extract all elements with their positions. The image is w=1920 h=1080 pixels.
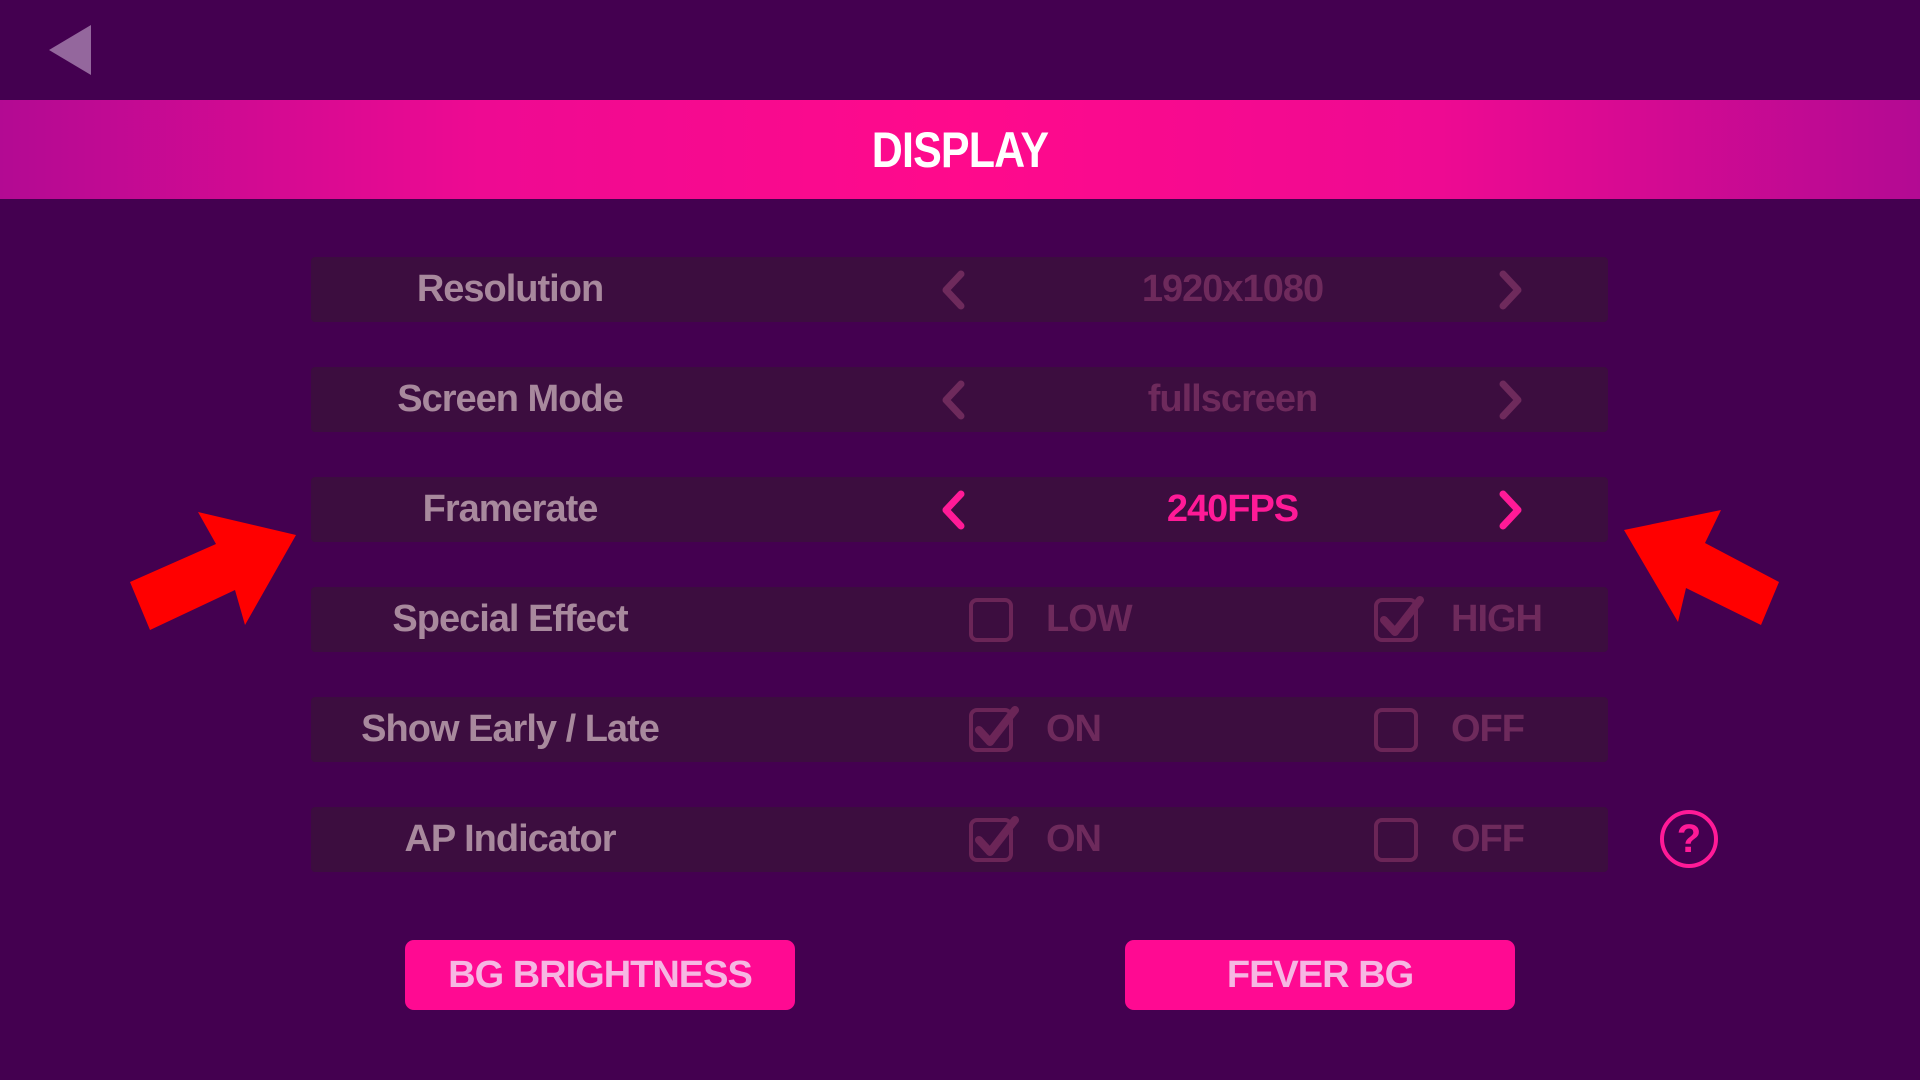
setting-row-resolution: Resolution 1920x1080 [311, 257, 1608, 322]
option-label: OFF [1451, 818, 1525, 860]
screen-mode-next-button[interactable] [1494, 380, 1528, 420]
ap-indicator-on-option[interactable]: ON [969, 807, 1102, 872]
setting-label: Resolution [416, 268, 604, 310]
setting-label: AP Indicator [404, 818, 616, 860]
chevron-right-icon [1499, 490, 1522, 530]
option-label: OFF [1451, 708, 1525, 750]
checkbox-checked[interactable] [969, 815, 1019, 862]
back-triangle-icon [49, 25, 91, 75]
checkmark-icon [975, 815, 1019, 856]
checkbox-checked[interactable] [1374, 595, 1424, 642]
chevron-left-icon [942, 270, 965, 310]
checkmark-icon [975, 705, 1019, 746]
special-effect-high-option[interactable]: HIGH [1374, 587, 1543, 652]
resolution-prev-button[interactable] [936, 270, 970, 310]
resolution-next-button[interactable] [1494, 270, 1528, 310]
annotation-arrow-icon [1624, 510, 1779, 625]
screen-mode-prev-button[interactable] [936, 380, 970, 420]
setting-row-screen-mode: Screen Mode fullscreen [311, 367, 1608, 432]
show-early-late-off-option[interactable]: OFF [1374, 697, 1525, 762]
chevron-left-icon [942, 490, 965, 530]
question-icon: ? [1676, 817, 1702, 861]
screen-mode-value: fullscreen [1147, 378, 1319, 420]
checkbox-unchecked[interactable] [1374, 707, 1418, 752]
help-button[interactable]: ? [1660, 810, 1718, 868]
framerate-prev-button[interactable] [936, 490, 970, 530]
chevron-right-icon [1499, 380, 1522, 420]
setting-row-special-effect: Special Effect LOW HIGH [311, 587, 1608, 652]
checkbox-unchecked[interactable] [1374, 817, 1418, 862]
show-early-late-on-option[interactable]: ON [969, 697, 1102, 762]
option-label: ON [1046, 708, 1102, 750]
back-button[interactable] [45, 22, 95, 78]
setting-label: Screen Mode [397, 378, 624, 420]
page-title: DISPLAY [871, 121, 1049, 178]
option-label: LOW [1046, 598, 1133, 640]
setting-label: Framerate [422, 488, 599, 530]
button-label: FEVER BG [1226, 953, 1414, 996]
checkbox-checked[interactable] [969, 705, 1019, 752]
chevron-left-icon [942, 380, 965, 420]
framerate-next-button[interactable] [1494, 490, 1528, 530]
annotation-arrow-icon [130, 512, 296, 630]
setting-row-ap-indicator: AP Indicator ON OFF [311, 807, 1608, 872]
setting-row-framerate: Framerate 240FPS [311, 477, 1608, 542]
fever-bg-button[interactable]: FEVER BG [1125, 940, 1515, 1010]
chevron-right-icon [1499, 270, 1522, 310]
option-label: HIGH [1451, 598, 1543, 640]
setting-row-show-early-late: Show Early / Late ON OFF [311, 697, 1608, 762]
header-bar: DISPLAY [0, 100, 1920, 199]
ap-indicator-off-option[interactable]: OFF [1374, 807, 1525, 872]
special-effect-low-option[interactable]: LOW [969, 587, 1133, 652]
checkbox-unchecked[interactable] [969, 597, 1013, 642]
option-label: ON [1046, 818, 1102, 860]
resolution-value: 1920x1080 [1141, 268, 1324, 310]
button-label: BG BRIGHTNESS [448, 953, 753, 996]
setting-label: Show Early / Late [361, 708, 660, 750]
framerate-value: 240FPS [1166, 488, 1299, 530]
checkmark-icon [1380, 595, 1424, 636]
setting-label: Special Effect [392, 598, 628, 640]
bg-brightness-button[interactable]: BG BRIGHTNESS [405, 940, 795, 1010]
